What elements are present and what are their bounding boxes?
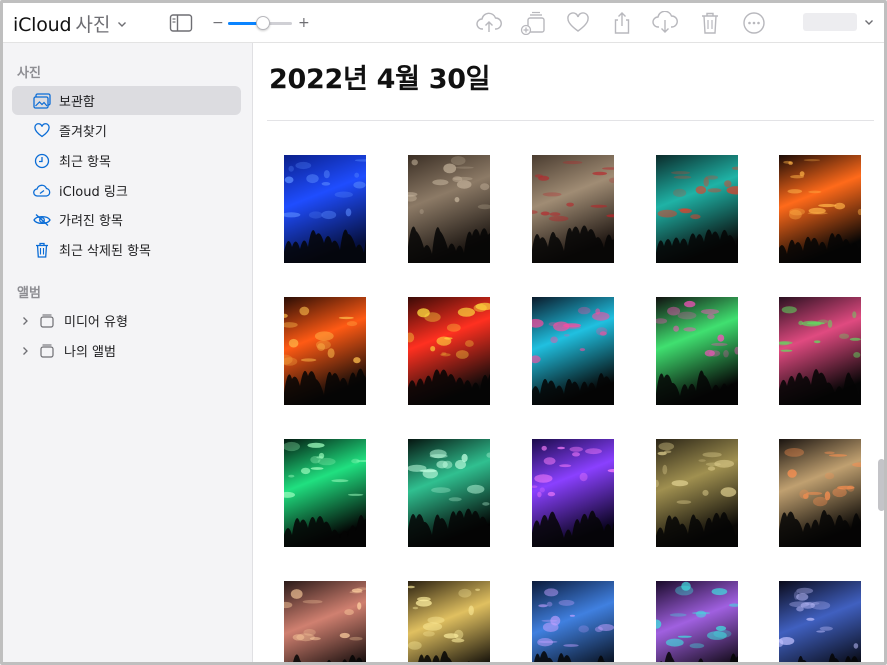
photo-thumbnail[interactable] <box>779 155 861 263</box>
sidebar-item-favorites[interactable]: 즐겨찾기 <box>12 116 241 145</box>
albums-section-header: 앨범 <box>17 286 41 301</box>
divider <box>267 120 874 121</box>
photo-image <box>656 581 738 662</box>
sidebar-item-label: 즐겨찾기 <box>59 125 107 140</box>
sidebar-item-label: 최근 항목 <box>59 155 111 170</box>
photo-image <box>408 581 490 662</box>
sidebar-toggle-icon[interactable] <box>168 11 194 35</box>
photo-image <box>408 155 490 263</box>
trash-icon <box>33 241 51 259</box>
zoom-slider-knob[interactable] <box>256 15 271 30</box>
zoom-slider[interactable] <box>228 15 292 30</box>
photo-thumbnail[interactable] <box>532 155 614 263</box>
more-icon[interactable] <box>741 11 767 35</box>
photo-thumbnail[interactable] <box>656 297 738 405</box>
photo-thumbnail[interactable] <box>779 439 861 547</box>
photo-image <box>532 297 614 405</box>
photo-image <box>656 439 738 547</box>
photos-section-header: 사진 <box>17 66 41 81</box>
photo-image <box>408 439 490 547</box>
sidebar-item-recents[interactable]: 최근 항목 <box>12 146 241 175</box>
sidebar-item-icloud-links[interactable]: iCloud 링크 <box>12 176 241 205</box>
heart-icon <box>33 122 51 140</box>
photo-image <box>656 297 738 405</box>
chevron-right-icon[interactable] <box>18 314 32 328</box>
app-product-name: 사진 <box>75 14 111 36</box>
photo-image <box>284 439 366 547</box>
photo-library-view: 2022년 4월 30일 <box>254 43 884 662</box>
photo-thumbnail[interactable] <box>656 155 738 263</box>
scrollbar-thumb[interactable] <box>878 459 884 511</box>
photo-image <box>779 439 861 547</box>
sidebar-item-my-albums[interactable]: 나의 앨범 <box>12 336 241 365</box>
photo-image <box>532 155 614 263</box>
sidebar-item-label: 가려진 항목 <box>59 214 123 229</box>
photo-thumbnail[interactable] <box>284 581 366 662</box>
sidebar-item-recently-deleted[interactable]: 최근 삭제된 항목 <box>12 235 241 264</box>
chevron-down-icon <box>865 20 873 25</box>
page-title: 2022년 4월 30일 <box>269 64 491 95</box>
photo-thumbnail[interactable] <box>284 155 366 263</box>
sidebar-item-label: 보관함 <box>59 95 95 110</box>
photo-thumbnail[interactable] <box>656 439 738 547</box>
library-icon <box>33 92 51 110</box>
sidebar: 사진 보관함 즐겨찾기 최근 항목 iCloud 링크 가려진 항목 최근 삭제… <box>3 43 253 662</box>
add-to-album-icon[interactable] <box>520 11 546 35</box>
sidebar-item-label: 미디어 유형 <box>64 315 128 330</box>
photo-image <box>779 297 861 405</box>
folder-icon <box>38 312 56 330</box>
photo-thumbnail[interactable] <box>284 297 366 405</box>
sidebar-item-label: iCloud 링크 <box>59 185 128 200</box>
upload-icon[interactable] <box>476 11 502 35</box>
photo-thumbnail[interactable] <box>779 581 861 662</box>
app-window: iCloud 사진 − + 사진 보관함 즐겨찾기 최근 항목 iCloud 링… <box>0 0 887 665</box>
avatar <box>803 13 857 31</box>
zoom-out-button[interactable]: − <box>212 15 224 31</box>
favorite-icon[interactable] <box>565 11 591 35</box>
link-icon <box>33 182 51 200</box>
zoom-control: − + <box>212 12 312 34</box>
photo-thumbnail[interactable] <box>779 297 861 405</box>
app-brand: iCloud <box>13 14 72 36</box>
photo-thumbnail[interactable] <box>532 439 614 547</box>
eye-slash-icon <box>33 211 51 229</box>
account-menu[interactable] <box>803 11 879 33</box>
photo-thumbnail[interactable] <box>656 581 738 662</box>
share-icon[interactable] <box>609 11 635 35</box>
photo-image <box>656 155 738 263</box>
chevron-right-icon[interactable] <box>18 344 32 358</box>
photo-thumbnail[interactable] <box>408 581 490 662</box>
clock-icon <box>33 152 51 170</box>
chevron-down-icon <box>118 21 127 27</box>
photo-image <box>532 581 614 662</box>
photo-thumbnail[interactable] <box>408 439 490 547</box>
download-icon[interactable] <box>652 11 678 35</box>
trash-icon[interactable] <box>697 11 723 35</box>
photo-thumbnail[interactable] <box>284 439 366 547</box>
photo-thumbnail[interactable] <box>408 297 490 405</box>
sidebar-item-media-types[interactable]: 미디어 유형 <box>12 306 241 335</box>
photo-image <box>532 439 614 547</box>
photo-image <box>408 297 490 405</box>
photo-image <box>284 155 366 263</box>
photo-image <box>779 581 861 662</box>
folder-icon <box>38 342 56 360</box>
photo-image <box>284 297 366 405</box>
sidebar-item-hidden[interactable]: 가려진 항목 <box>12 205 241 234</box>
photo-image <box>284 581 366 662</box>
sidebar-item-label: 나의 앨범 <box>64 345 116 360</box>
photo-thumbnail[interactable] <box>532 297 614 405</box>
zoom-in-button[interactable]: + <box>298 15 310 31</box>
sidebar-item-library[interactable]: 보관함 <box>12 86 241 115</box>
toolbar: iCloud 사진 − + <box>3 3 884 43</box>
photo-thumbnail[interactable] <box>408 155 490 263</box>
app-title-menu[interactable]: iCloud 사진 <box>13 10 128 37</box>
photo-image <box>779 155 861 263</box>
photo-thumbnail[interactable] <box>532 581 614 662</box>
sidebar-item-label: 최근 삭제된 항목 <box>59 244 151 259</box>
